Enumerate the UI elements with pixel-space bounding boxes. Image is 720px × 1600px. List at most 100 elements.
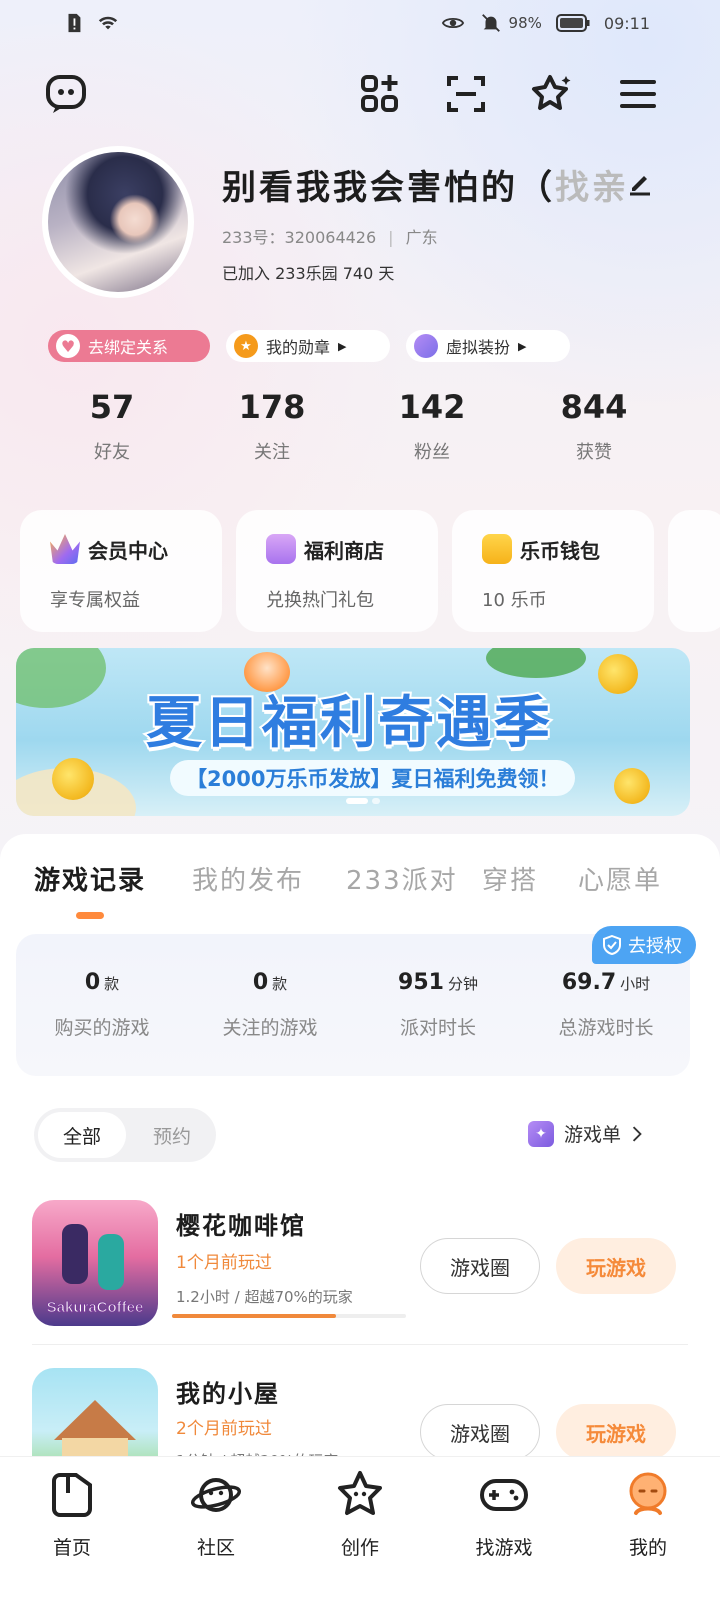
stat-following[interactable]: 178 关注 (192, 388, 352, 464)
vip-center-card[interactable]: 会员中心 享专属权益 (20, 510, 222, 632)
game-list-link[interactable]: ✦ 游戏单 (528, 1120, 643, 1147)
coin-decoration (614, 768, 650, 804)
virtual-dress-button[interactable]: 虚拟装扮 ▶ (406, 330, 570, 362)
stat-value: 57 (89, 388, 135, 426)
play-progress-bar (172, 1314, 406, 1318)
card-title: 会员中心 (88, 538, 168, 563)
stat-value: 844 (560, 388, 628, 426)
sparkle-icon: ✦ (528, 1120, 554, 1147)
apps-icon[interactable] (358, 72, 402, 116)
user-id: 233号：320064426 (222, 228, 377, 247)
crown-icon (50, 534, 80, 564)
game-logo-text: SakuraCoffee (46, 1299, 144, 1317)
nav-community[interactable]: 社区 (144, 1469, 288, 1560)
stat-likes[interactable]: 844 获赞 (514, 388, 674, 464)
wallet-icon (482, 534, 512, 564)
leaf-decoration (16, 648, 106, 708)
nav-me[interactable]: 我的 (576, 1469, 720, 1560)
play-game-button[interactable]: 玩游戏 (556, 1404, 676, 1460)
card-title: 乐币钱包 (520, 538, 600, 563)
battery-percent: 98% (508, 14, 542, 32)
stat-value: 178 (238, 388, 306, 426)
username-fade: 找亲 (555, 168, 629, 208)
gamepad-icon (480, 1479, 528, 1511)
game-name: 我的小屋 (176, 1380, 280, 1408)
virtual-dress-label: 虚拟装扮 (446, 338, 511, 357)
my-badge-button[interactable]: ★ 我的勋章 ▶ (226, 330, 390, 362)
tab-outfit[interactable]: 穿搭 (482, 860, 538, 897)
card-title: 福利商店 (304, 538, 384, 563)
stat-value: 951 (398, 970, 444, 995)
cat-icon (414, 334, 438, 358)
eye-icon (441, 17, 464, 29)
tab-game-record[interactable]: 游戏记录 (34, 860, 146, 897)
avatar[interactable] (42, 146, 194, 298)
nav-home[interactable]: 首页 (0, 1469, 144, 1560)
stat-label: 关注 (254, 442, 290, 463)
chevron-right-icon: ▶ (338, 339, 347, 353)
edit-icon[interactable] (626, 168, 654, 196)
user-meta: 233号：320064426 | 广东 (222, 228, 438, 247)
bind-relation-button[interactable]: ♥ 去绑定关系 (48, 330, 210, 362)
authorize-button[interactable]: 去授权 (592, 926, 696, 964)
authorize-label: 去授权 (628, 936, 682, 957)
sim-alert-icon (68, 13, 81, 33)
game-circle-button[interactable]: 游戏圈 (420, 1404, 540, 1460)
stat-value: 0 (252, 970, 269, 995)
stat-value: 142 (398, 388, 466, 426)
stat-friends[interactable]: 57 好友 (32, 388, 192, 464)
star-create-icon (338, 1471, 382, 1515)
stat-unit: 款 (272, 975, 288, 993)
stat-value: 69.7 (561, 970, 617, 995)
nav-create[interactable]: 创作 (288, 1469, 432, 1560)
status-bar: 98% 09:11 (0, 0, 720, 50)
stat-party-time[interactable]: 951 分钟 派对时长 (354, 970, 522, 1040)
badge-icon: ★ (234, 334, 258, 358)
filter-all[interactable]: 全部 (38, 1112, 126, 1158)
game-thumbnail[interactable]: SakuraCoffee (32, 1200, 158, 1326)
card-subtitle: 兑换热门礼包 (266, 590, 374, 611)
me-icon (629, 1472, 667, 1515)
character-figure (62, 1224, 88, 1284)
stat-followed-games[interactable]: 0 款关注的游戏 (186, 970, 354, 1040)
stat-unit: 款 (104, 975, 120, 993)
message-icon[interactable] (44, 72, 88, 116)
nav-label: 首页 (52, 1537, 91, 1559)
stat-label: 粉丝 (414, 442, 450, 463)
scan-icon[interactable] (444, 72, 488, 116)
stat-unit: 分钟 (447, 975, 478, 993)
palm-decoration (486, 648, 586, 678)
welfare-shop-card[interactable]: 福利商店 兑换热门礼包 (236, 510, 438, 632)
heart-icon: ♥ (56, 334, 80, 358)
menu-icon[interactable] (616, 72, 660, 116)
bottom-nav: 首页 社区 创作 找游戏 我的 (0, 1456, 720, 1600)
filter-segment: 全部 预约 (34, 1108, 216, 1162)
tab-indicator (76, 912, 104, 919)
nav-label: 找游戏 (475, 1537, 533, 1559)
bind-relation-label: 去绑定关系 (88, 338, 169, 357)
tab-my-posts[interactable]: 我的发布 (192, 860, 304, 897)
game-last-played: 2个月前玩过 (176, 1419, 272, 1439)
banner-title: 夏日福利奇遇季 (144, 689, 552, 758)
game-last-played: 1个月前玩过 (176, 1253, 272, 1273)
stat-label: 总游戏时长 (558, 1017, 654, 1039)
row-divider (32, 1344, 688, 1345)
star-sparkle-icon[interactable] (530, 72, 574, 116)
stat-total-play-time[interactable]: 69.7 小时 总游戏时长 (522, 970, 690, 1040)
filter-reserve[interactable]: 预约 (134, 1112, 210, 1158)
card-subtitle: 享专属权益 (50, 590, 140, 611)
stat-value: 0 (84, 970, 101, 995)
game-circle-button[interactable]: 游戏圈 (420, 1238, 540, 1294)
stat-fans[interactable]: 142 粉丝 (352, 388, 512, 464)
wifi-icon (98, 16, 118, 30)
stat-purchased-games[interactable]: 0 款购买的游戏 (18, 970, 186, 1040)
mute-bell-icon (481, 14, 500, 32)
promo-banner[interactable]: 夏日福利奇遇季 【2000万乐币发放】夏日福利免费领！ (16, 648, 690, 816)
coin-wallet-card[interactable]: 乐币钱包 10 乐币 (452, 510, 654, 632)
more-card[interactable] (668, 510, 720, 632)
username: 别看我我会害怕的（找亲 (222, 160, 629, 209)
nav-find-games[interactable]: 找游戏 (432, 1469, 576, 1560)
play-game-button[interactable]: 玩游戏 (556, 1238, 676, 1294)
tab-233-party[interactable]: 233派对 (346, 860, 458, 897)
tab-wishlist[interactable]: 心愿单 (578, 860, 662, 897)
